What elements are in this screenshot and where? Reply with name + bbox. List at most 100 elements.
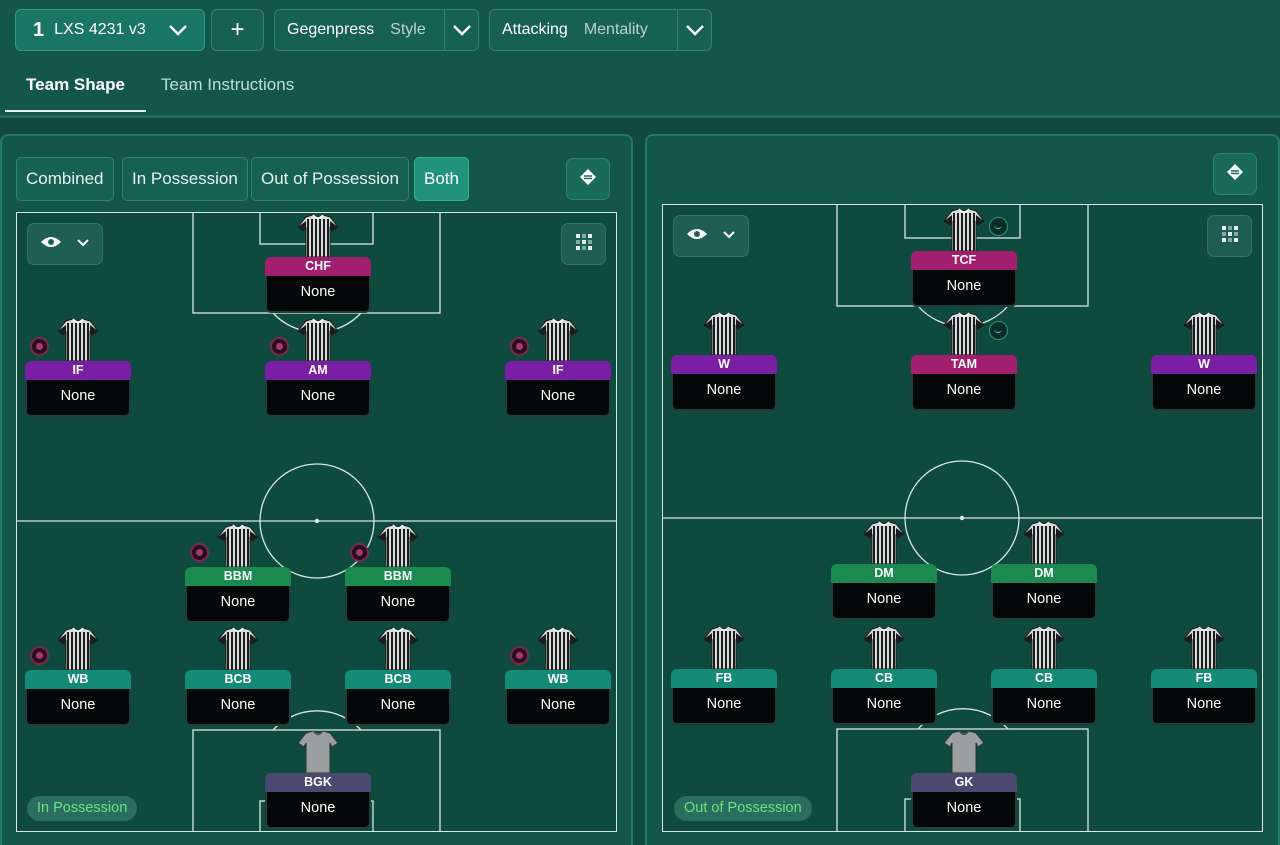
player-instruction-icon[interactable] [510,646,529,665]
player-duty[interactable]: None [831,688,937,725]
view-mode-out-of-possession[interactable]: Out of Possession [251,157,409,201]
player-instruction-icon[interactable] [350,543,369,562]
player-duty[interactable]: None [185,689,291,726]
player-role[interactable]: DM [831,564,937,583]
player-role[interactable]: DM [991,564,1097,583]
player-instruction-icon[interactable] [190,543,209,562]
player-role[interactable]: TCF [911,251,1017,270]
player-role[interactable]: IF [505,361,611,380]
player-duty[interactable]: None [991,583,1097,620]
player-card[interactable]: CB None [991,625,1097,729]
player-role[interactable]: BBM [345,567,451,586]
player-card[interactable]: TAM None [911,311,1017,415]
player-duty[interactable]: None [25,689,131,726]
player-instruction-icon[interactable] [510,337,529,356]
player-card[interactable]: WB None [505,626,611,730]
view-mode-combined[interactable]: Combined [16,157,114,201]
player-card[interactable]: FB None [671,625,777,729]
player-role[interactable]: FB [1151,669,1257,688]
player-role[interactable]: CB [831,669,937,688]
style-selector[interactable]: Gegenpress Style [274,9,479,51]
player-duty[interactable]: None [671,688,777,725]
player-role[interactable]: AM [265,361,371,380]
tab-team-shape[interactable]: Team Shape [5,60,146,112]
player-duty[interactable]: None [265,380,371,417]
player-role[interactable]: W [671,355,777,374]
player-duty[interactable]: None [911,374,1017,411]
player-duty[interactable]: None [265,276,371,313]
player-card[interactable]: CB None [831,625,937,729]
player-card[interactable]: IF None [25,317,131,421]
player-card[interactable]: W None [1151,311,1257,415]
player-role[interactable]: BBM [185,567,291,586]
top-bar: 1 LXS 4231 v3 + Gegenpress Style Attacki… [0,0,1280,118]
phase-badge-in-possession: In Possession [27,796,138,821]
player-card[interactable]: DM None [831,520,937,624]
chevron-down-icon[interactable] [444,10,478,50]
player-duty[interactable]: None [1151,374,1257,411]
chevron-down-icon[interactable] [677,10,711,50]
player-role[interactable]: TAM [911,355,1017,374]
player-card[interactable]: FB None [1151,625,1257,729]
view-options-button[interactable] [27,223,103,265]
view-mode-in-possession[interactable]: In Possession [122,157,248,201]
player-card[interactable]: IF None [505,317,611,421]
tab-team-instructions[interactable]: Team Instructions [161,60,294,112]
player-duty[interactable]: None [505,380,611,417]
player-card[interactable]: BCB None [185,626,291,730]
player-role[interactable]: CB [991,669,1097,688]
player-role[interactable]: BCB [185,670,291,689]
player-duty[interactable]: None [671,374,777,411]
player-card[interactable]: BGK None [265,729,371,831]
player-card[interactable]: BCB None [345,626,451,730]
shirt-icon [536,317,580,366]
player-duty[interactable]: None [911,792,1017,829]
swap-view-button[interactable] [1213,153,1257,195]
style-value: Gegenpress [287,21,375,38]
player-role[interactable]: CHF [265,257,371,276]
player-role[interactable]: WB [25,670,131,689]
player-duty[interactable]: None [345,586,451,623]
player-duty[interactable]: None [25,380,131,417]
player-card[interactable]: TCF None [911,207,1017,311]
player-card[interactable]: BBM None [185,523,291,627]
in-possession-panel: Combined In Possession Out of Possession… [0,134,633,845]
grid-toggle-button[interactable] [1207,215,1252,257]
player-duty[interactable]: None [831,583,937,620]
shirt-icon [1022,625,1066,674]
player-duty[interactable]: None [1151,688,1257,725]
player-role[interactable]: WB [505,670,611,689]
player-card[interactable]: W None [671,311,777,415]
player-card[interactable]: CHF None [265,213,371,317]
player-instruction-icon[interactable] [270,337,289,356]
mentality-label: Mentality [583,21,648,38]
player-card[interactable]: AM None [265,317,371,421]
shirt-icon [296,213,340,262]
mentality-selector[interactable]: Attacking Mentality [489,9,712,51]
player-duty[interactable]: None [991,688,1097,725]
player-role[interactable]: BCB [345,670,451,689]
view-options-button[interactable] [673,215,749,257]
player-role[interactable]: GK [911,773,1017,792]
player-duty[interactable]: None [505,689,611,726]
player-instruction-icon[interactable] [30,646,49,665]
player-role[interactable]: W [1151,355,1257,374]
player-card[interactable]: DM None [991,520,1097,624]
player-role[interactable]: IF [25,361,131,380]
tactic-selector[interactable]: 1 LXS 4231 v3 [15,9,205,51]
add-tactic-button[interactable]: + [211,9,264,51]
tab-bar: Team Shape Team Instructions [0,60,600,112]
player-card[interactable]: GK None [911,729,1017,831]
player-card[interactable]: WB None [25,626,131,730]
player-card[interactable]: BBM None [345,523,451,627]
player-role[interactable]: FB [671,669,777,688]
player-duty[interactable]: None [265,792,371,829]
view-mode-both[interactable]: Both [414,157,469,201]
player-duty[interactable]: None [345,689,451,726]
swap-view-button[interactable] [566,158,610,200]
grid-toggle-button[interactable] [561,223,606,265]
player-duty[interactable]: None [185,586,291,623]
player-role[interactable]: BGK [265,773,371,792]
player-duty[interactable]: None [911,270,1017,307]
player-instruction-icon[interactable] [30,337,49,356]
